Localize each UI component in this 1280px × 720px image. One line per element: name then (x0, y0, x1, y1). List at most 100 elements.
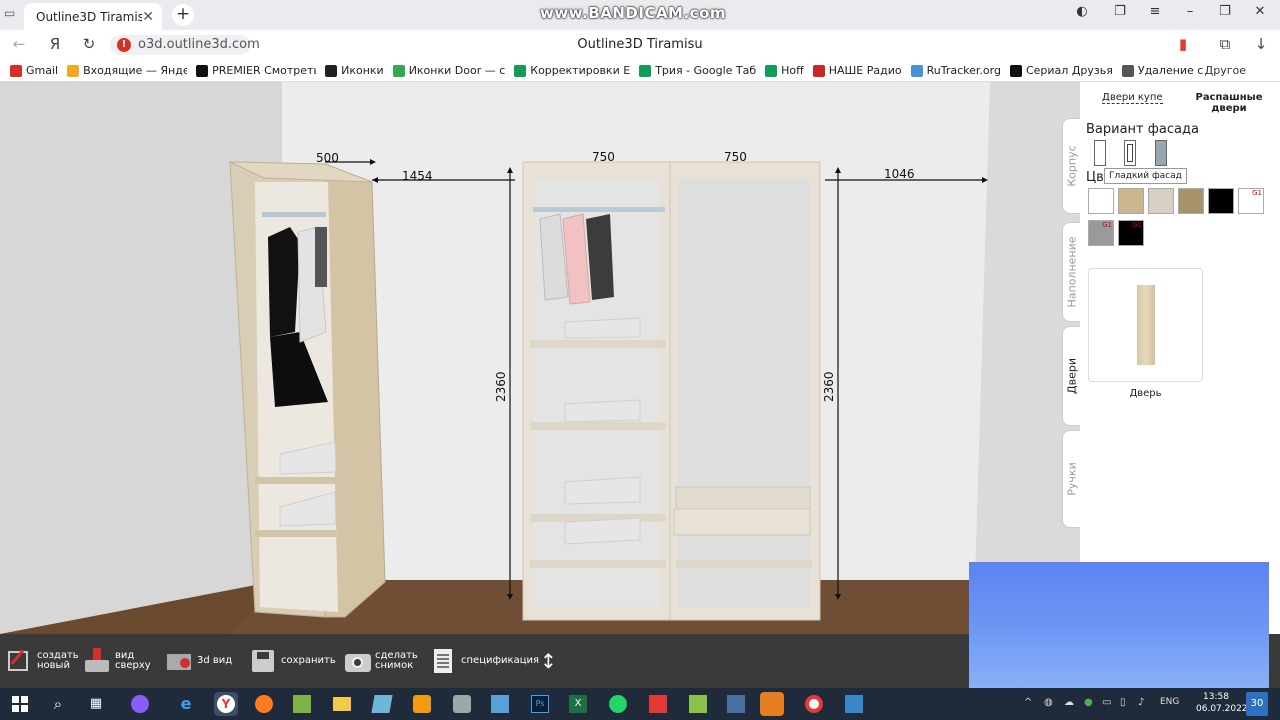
anydesk-icon[interactable] (646, 692, 670, 716)
bookmark-item[interactable]: Иконки (325, 64, 384, 77)
photoshop-icon[interactable]: Ps (528, 692, 552, 716)
excel-icon[interactable]: X (566, 692, 590, 716)
tray-chevron-icon[interactable]: ^ (1024, 697, 1032, 708)
browser-tab[interactable]: Outline3D Tiramisu ✕ (24, 3, 162, 30)
top-view-button[interactable]: вид сверху (84, 644, 151, 678)
tray-app-icon[interactable]: ◍ (1044, 697, 1053, 708)
firefox-icon[interactable] (252, 692, 276, 716)
create-new-button[interactable]: создать новый (6, 644, 79, 678)
cloud-icon[interactable]: ☁ (1064, 697, 1074, 708)
yandex-icon[interactable]: Я (44, 35, 66, 55)
tab-sliding-doors[interactable]: Двери купе (1102, 92, 1163, 104)
yandex-browser-icon[interactable]: Y (214, 692, 238, 716)
snapshot-button[interactable]: сделать снимок (344, 644, 418, 678)
notifications-badge[interactable]: 30 (1246, 692, 1268, 716)
bottom-toolbar: создать новый вид сверху 3d вид сохранить … (0, 634, 970, 688)
photos-icon[interactable] (842, 692, 866, 716)
tab-filling[interactable]: Наполнение (1062, 222, 1080, 322)
bookmark-icon[interactable]: ▮ (1172, 35, 1194, 55)
restore-icon[interactable]: ❐ (1213, 4, 1237, 19)
tab-handles[interactable]: Ручки (1062, 430, 1080, 528)
left-cabinet[interactable] (229, 161, 386, 618)
clock[interactable]: 13:58 06.07.2022 (1196, 691, 1248, 715)
ie-icon[interactable]: e (174, 692, 198, 716)
language-indicator[interactable]: ENG (1160, 697, 1179, 707)
app-icon[interactable] (724, 692, 748, 716)
notepad-icon[interactable] (290, 692, 314, 716)
app-icon[interactable] (760, 692, 784, 716)
app-icon[interactable] (488, 692, 512, 716)
bookmark-item[interactable]: Сериал Друзья (1009, 64, 1113, 77)
middle-cabinet[interactable] (522, 161, 671, 621)
camera-icon (344, 648, 371, 674)
color-swatch-black-gloss[interactable]: G1 (1118, 220, 1144, 246)
app-icon[interactable] (450, 692, 474, 716)
bookmark-item[interactable]: PREMIER Смотреть (196, 64, 316, 77)
tab-body[interactable]: Корпус (1062, 118, 1080, 214)
dimensions-toggle-icon[interactable]: ↕ (540, 644, 557, 678)
bookmarks-other-folder[interactable]: Другое (1205, 64, 1246, 77)
color-swatch-black[interactable] (1208, 188, 1234, 214)
tab-manager-icon[interactable]: ▭ (4, 6, 18, 20)
app-icon[interactable] (686, 692, 710, 716)
facade-frame-icon (1127, 144, 1133, 162)
reload-icon[interactable]: ↻ (78, 35, 100, 55)
tray-status-icon[interactable]: ● (1084, 697, 1093, 708)
tab-doors[interactable]: Двери (1062, 326, 1080, 426)
dim-cabinet-width-2: 750 (724, 150, 747, 164)
back-icon[interactable]: ← (8, 35, 30, 55)
bookmark-item[interactable]: Удаление с (1121, 64, 1203, 77)
facade-option-framed[interactable] (1124, 140, 1136, 166)
browser-tab-bar: ▭ Outline3D Tiramisu ✕ + www.BANDICAM.co… (0, 0, 1280, 30)
bookmark-favicon-icon (514, 64, 527, 77)
search-icon[interactable]: ⌕ (46, 692, 70, 716)
alice-icon[interactable] (128, 692, 152, 716)
download-icon[interactable]: ↓ (1250, 35, 1272, 55)
network-icon[interactable]: ▭ (1102, 697, 1111, 708)
color-swatch-walnut[interactable] (1178, 188, 1204, 214)
door-card[interactable] (1088, 268, 1203, 382)
bookmark-item[interactable]: Трия - Google Таб (639, 64, 756, 77)
right-cabinet[interactable] (669, 161, 821, 621)
menu-icon[interactable]: ≡ (1143, 4, 1167, 19)
whatsapp-icon[interactable] (606, 692, 630, 716)
bookmark-item[interactable]: RuTracker.org (910, 64, 1001, 77)
collections-icon[interactable]: ❐ (1108, 4, 1132, 19)
bookmark-item[interactable]: Входящие — Яндекс (67, 64, 187, 77)
facade-option-glass[interactable] (1155, 140, 1167, 166)
task-view-icon[interactable]: ▦ (84, 692, 108, 716)
color-swatch-oak[interactable] (1118, 188, 1144, 214)
color-swatch-grey-gloss[interactable]: G1 (1088, 220, 1114, 246)
minimize-icon[interactable]: – (1178, 4, 1202, 19)
app-icon[interactable] (370, 692, 394, 716)
bookmark-item[interactable]: Иконки Door — с (392, 64, 505, 77)
window-close-icon[interactable]: ✕ (1248, 4, 1272, 19)
save-button[interactable]: сохранить (250, 644, 336, 678)
facade-variant-title: Вариант фасада (1086, 122, 1199, 137)
explorer-icon[interactable] (330, 692, 354, 716)
bookmark-item[interactable]: Hoff (765, 64, 804, 77)
bookmark-item[interactable]: Корректировки Е (514, 64, 630, 77)
new-tab-button[interactable]: + (172, 4, 194, 26)
specification-button[interactable]: спецификация (430, 644, 539, 678)
windows-start-icon[interactable] (8, 692, 32, 716)
volume-icon[interactable]: ♪ (1138, 697, 1144, 708)
bandicam-icon[interactable] (802, 692, 826, 716)
close-tab-icon[interactable]: ✕ (142, 9, 154, 25)
address-bar[interactable]: o3d.outline3d.com (110, 35, 260, 55)
3d-view-button[interactable]: 3d вид (166, 644, 232, 678)
bookmark-item[interactable]: Gmail (10, 64, 58, 77)
facade-option-smooth[interactable] (1094, 140, 1106, 166)
color-swatch-white-gloss[interactable]: G1 (1238, 188, 1264, 214)
wardrobe-3d-viewport[interactable]: 500 1454 750 750 1046 2360 2360 (0, 82, 1080, 634)
battery-icon[interactable]: ▯ (1120, 697, 1126, 708)
warning-icon[interactable]: ! (117, 38, 131, 52)
tab-hinged-doors[interactable]: Распашные двери (1192, 92, 1266, 114)
extensions-icon[interactable]: ⧉ (1214, 35, 1236, 55)
color-swatch-white[interactable] (1088, 188, 1114, 214)
sublime-icon[interactable] (410, 692, 434, 716)
color-swatch-ash[interactable] (1148, 188, 1174, 214)
bookmark-item[interactable]: НАШЕ Радио (812, 64, 902, 77)
incognito-icon[interactable]: ◐ (1070, 4, 1094, 19)
dim-gap-right: 1046 (884, 167, 915, 181)
